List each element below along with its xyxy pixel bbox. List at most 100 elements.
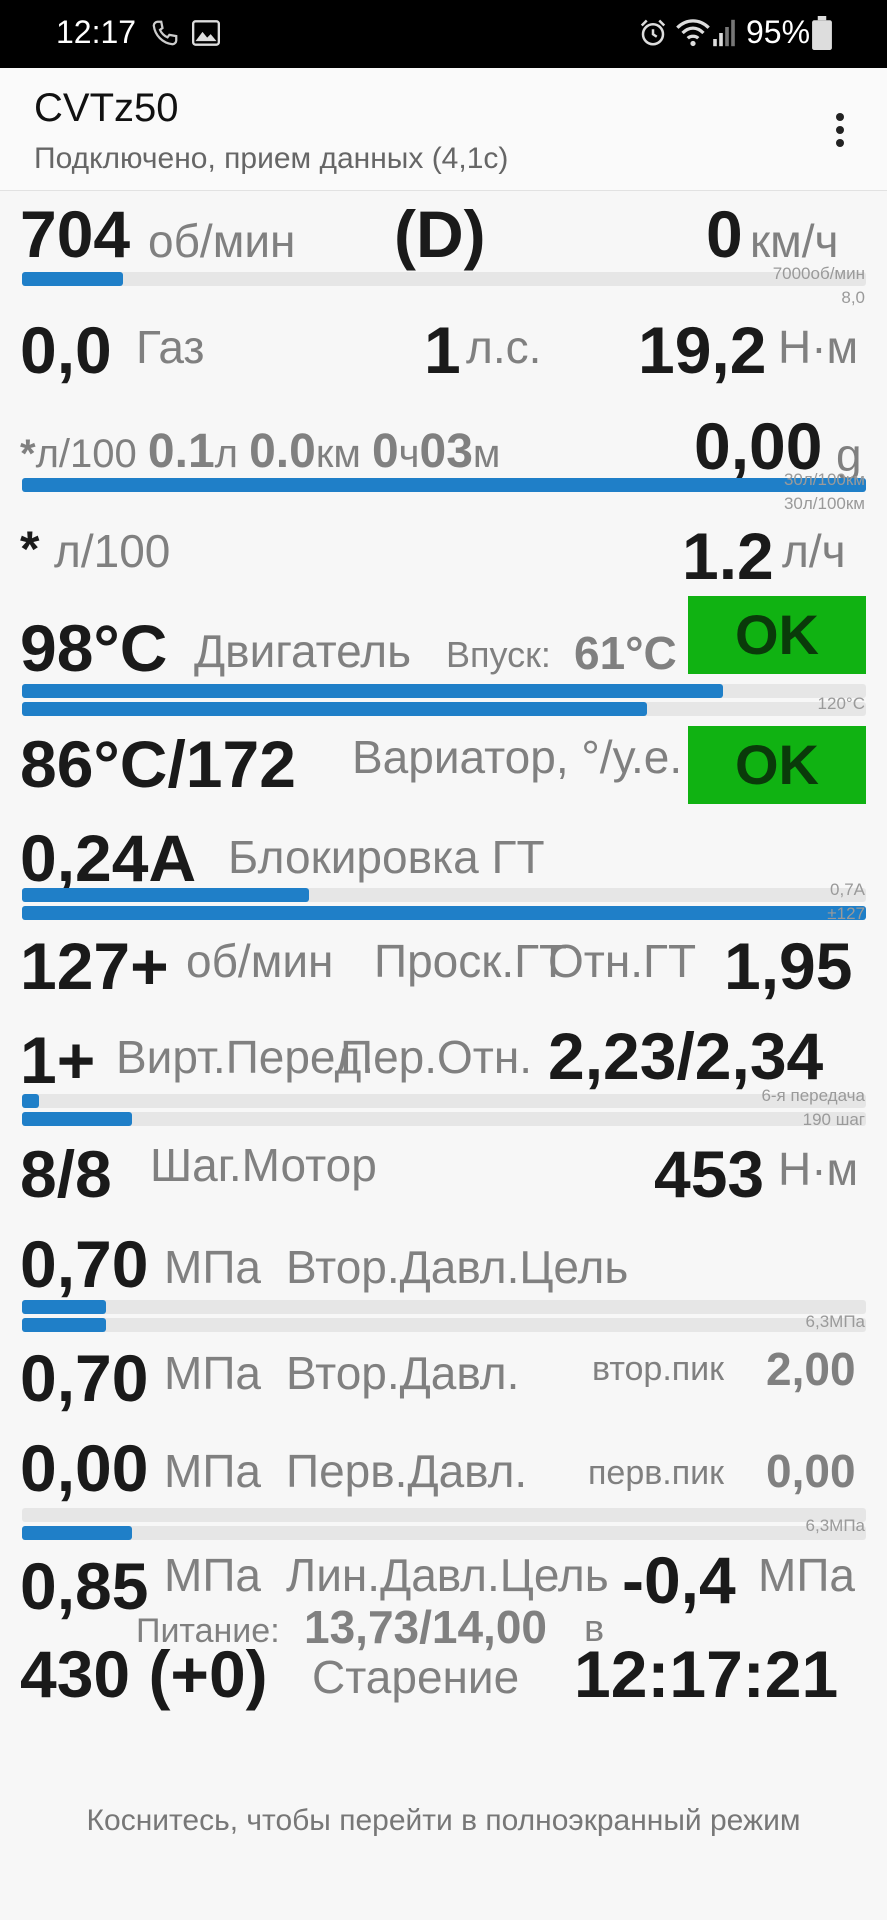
consumption-value: * <box>20 521 40 577</box>
fuel-rate-unit: л/ч <box>782 525 846 577</box>
line-pressure-label: Лин.Давл.Цель <box>286 1549 609 1601</box>
trip-minutes: 03 <box>419 425 473 478</box>
gear-ratio-value: 2,23/2,34 <box>548 1019 824 1093</box>
slip-value: 127+ <box>20 929 169 1003</box>
alarm-icon <box>640 19 666 46</box>
lockup-label: Блокировка ГТ <box>228 831 545 883</box>
intake-label: Впуск: <box>446 634 551 675</box>
primary-bar-max: 6,3МПа <box>805 1516 865 1535</box>
lockup-bar-fill-2 <box>22 906 866 920</box>
power-value: 13,73/14,00 <box>304 1601 548 1653</box>
trip-bar-max-1: 30л/100км <box>783 470 865 489</box>
wifi-icon <box>676 19 710 47</box>
status-bar: 12:17 95% <box>0 0 887 68</box>
engine-bar-fill-2 <box>22 702 647 716</box>
lockup-bar-fill-1 <box>22 888 309 902</box>
clock-value: 12:17:21 <box>574 1637 839 1711</box>
gas-label: Газ <box>136 321 205 373</box>
gear-bar-track-2 <box>22 1112 866 1126</box>
engine-bar-max: 120°C <box>817 694 865 713</box>
gear-bar-fill-2 <box>22 1112 132 1126</box>
overflow-menu-icon[interactable] <box>822 108 858 152</box>
cvt-torque-unit: Н·м <box>778 1143 859 1195</box>
image-icon <box>192 20 220 46</box>
engine-label: Двигатель <box>194 625 412 677</box>
lockup-bar-max-1: 0,7A <box>830 880 865 899</box>
slip-label: Проск.ГТ <box>374 935 568 987</box>
secondary-target-bar-max: 6,3МПа <box>805 1312 865 1331</box>
trip-consumption-unit: л/100 <box>35 432 137 476</box>
speed-value: 0 <box>706 197 743 271</box>
gear-selector: (D) <box>394 197 486 271</box>
primary-bar-fill <box>22 1526 132 1540</box>
speed-unit: км/ч <box>750 215 839 267</box>
virtual-gear-value: 1+ <box>20 1023 96 1097</box>
app-bar: CVTz50 Подключено, прием данных (4,1с) <box>0 68 887 191</box>
engine-temp: 98°C <box>20 611 168 685</box>
secondary-pressure-value: 0,70 <box>20 1341 149 1415</box>
rpm-bar-track <box>22 272 866 286</box>
trip-hours-unit: ч <box>398 432 420 476</box>
line-pressure-value: 0,85 <box>20 1549 149 1623</box>
secondary-target-bar-track-1 <box>22 1300 866 1314</box>
trip-bar-max-2: 30л/100км <box>783 494 865 513</box>
aging-label: Старение <box>312 1651 520 1703</box>
trip-distance-unit: км <box>315 432 361 476</box>
tc-ratio-label: Отн.ГТ <box>548 935 697 987</box>
fullscreen-hint[interactable]: Коснитесь, чтобы перейти в полноэкранный… <box>0 1804 887 1838</box>
trip-fuel: 0.1 <box>147 425 215 478</box>
fuel-rate-value: 1.2 <box>682 519 774 593</box>
trip-consumption: * <box>20 432 36 476</box>
trip-minutes-unit: м <box>472 432 501 476</box>
primary-bar-track-1 <box>22 1508 866 1522</box>
secondary-peak-value: 2,00 <box>766 1343 856 1395</box>
step-motor-label: Шаг.Мотор <box>150 1139 377 1191</box>
secondary-target-bar-fill-2 <box>22 1318 106 1332</box>
intake-temp: 61°C <box>574 627 677 679</box>
engine-bar-fill-1 <box>22 684 723 698</box>
hp-value: 1 <box>424 313 461 387</box>
lockup-value: 0,24A <box>20 821 197 895</box>
gear-bar-track-1 <box>22 1094 866 1108</box>
connection-status: Подключено, прием данных (4,1с) <box>34 142 509 175</box>
battery-percent: 95% <box>746 14 811 50</box>
secondary-pressure-unit: МПа <box>164 1347 261 1399</box>
battery-icon <box>812 16 832 50</box>
trip-bar-fill <box>22 478 866 492</box>
secondary-target-bar-fill-1 <box>22 1300 106 1314</box>
signal-icon <box>713 19 735 47</box>
trip-distance: 0.0 <box>249 425 316 478</box>
cvt-torque-value: 453 <box>654 1137 765 1211</box>
secondary-peak-label: втор.пик <box>592 1350 725 1388</box>
secondary-target-label: Втор.Давл.Цель <box>286 1241 629 1293</box>
primary-bar-track-2 <box>22 1526 866 1540</box>
hp-unit: л.с. <box>466 321 542 373</box>
trip-fuel-unit: л <box>214 432 238 476</box>
primary-pressure-unit: МПа <box>164 1445 261 1497</box>
status-time: 12:17 <box>56 14 137 50</box>
lockup-bar-max-2: ±127 <box>827 904 865 923</box>
trip-hours: 0 <box>371 425 399 478</box>
rpm-bar-fill <box>22 272 123 286</box>
secondary-target-bar-track-2 <box>22 1318 866 1332</box>
primary-peak-value: 0,00 <box>766 1445 856 1497</box>
rpm-sub-max: 8,0 <box>841 288 865 307</box>
secondary-target-unit: МПа <box>164 1241 261 1293</box>
primary-pressure-value: 0,00 <box>20 1431 149 1505</box>
cvt-status-badge: OK <box>688 726 866 804</box>
tc-ratio-value: 1,95 <box>724 929 853 1003</box>
gear-bar-fill-1 <box>22 1094 39 1108</box>
call-icon <box>152 20 178 46</box>
slip-unit: об/мин <box>186 935 334 987</box>
engine-status-badge: OK <box>688 596 866 674</box>
line-pressure-delta-unit: МПа <box>758 1549 855 1601</box>
secondary-target-value: 0,70 <box>20 1227 149 1301</box>
line-pressure-unit: МПа <box>164 1549 261 1601</box>
step-motor-value: 8/8 <box>20 1137 112 1211</box>
line-pressure-delta: -0,4 <box>622 1543 736 1617</box>
cvt-label: Вариатор, °/у.е. <box>352 731 683 783</box>
primary-pressure-label: Перв.Давл. <box>286 1445 528 1497</box>
gear-bar-max-1: 6-я передача <box>761 1086 865 1105</box>
gear-ratio-label: Пер.Отн. <box>340 1031 533 1083</box>
primary-peak-label: перв.пик <box>588 1454 725 1492</box>
